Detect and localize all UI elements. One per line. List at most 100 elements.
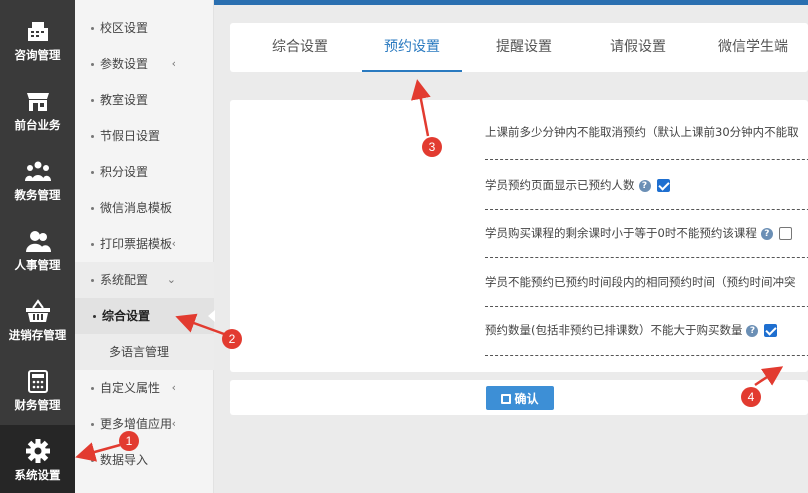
- annotation-badge-2: 2: [222, 329, 242, 349]
- submenu-label: 数据导入: [100, 453, 149, 467]
- row-divider: [485, 306, 808, 307]
- help-icon[interactable]: ?: [638, 179, 651, 192]
- submenu-item-print-template[interactable]: 打印票据模板 ‹: [75, 226, 214, 262]
- confirm-label: 确认: [514, 391, 539, 406]
- setting-block-conflicts: 学员不能预约已预约时间段内的相同预约时间（预约时间冲突: [485, 274, 808, 290]
- chevron-left-icon: ‹: [171, 57, 176, 70]
- submenu-label: 综合设置: [102, 309, 151, 323]
- bullet-icon: [91, 135, 94, 138]
- calculator-icon: [27, 370, 48, 393]
- submenu-label: 校区设置: [100, 21, 149, 35]
- show-booked-count-checkbox[interactable]: [656, 179, 670, 192]
- rail-label: 前台业务: [14, 118, 61, 132]
- bullet-icon: [91, 459, 94, 462]
- tab-leave[interactable]: 请假设置: [600, 23, 676, 72]
- storefront-icon: [26, 93, 49, 111]
- submenu-item-multilanguage[interactable]: 多语言管理: [75, 334, 214, 370]
- annotation-badge-3: 3: [422, 137, 442, 157]
- submenu-item-wechat-template[interactable]: 微信消息模板: [75, 190, 214, 226]
- submenu-item-holidays[interactable]: 节假日设置: [75, 118, 214, 154]
- chevron-left-icon: ‹: [171, 417, 176, 430]
- rail-item-inventory[interactable]: 进销存管理: [0, 285, 75, 355]
- bullet-icon: [91, 99, 94, 102]
- rail-label: 咨询管理: [14, 48, 61, 62]
- row-divider: [485, 355, 808, 356]
- rail-label: 进销存管理: [8, 328, 67, 342]
- setting-label: 学员预约页面显示已预约人数: [485, 178, 635, 192]
- submenu-item-points[interactable]: 积分设置: [75, 154, 214, 190]
- rail-item-academic[interactable]: 教务管理: [0, 145, 75, 215]
- group-icon: [24, 161, 51, 181]
- chevron-left-icon: ‹: [171, 381, 176, 394]
- rail-item-consult[interactable]: 咨询管理: [0, 5, 75, 75]
- setting-label: 学员不能预约已预约时间段内的相同预约时间（预约时间冲突: [485, 275, 796, 289]
- tab-general[interactable]: 综合设置: [262, 23, 338, 72]
- rail-label: 人事管理: [14, 258, 61, 272]
- tab-booking[interactable]: 预约设置: [362, 23, 462, 72]
- submenu-item-general-settings[interactable]: 综合设置: [75, 298, 215, 334]
- top-accent-bar: [214, 0, 808, 5]
- cash-register-icon: [27, 22, 48, 41]
- submenu-item-data-import[interactable]: 数据导入: [75, 442, 214, 478]
- bullet-icon: [91, 423, 94, 426]
- primary-nav-rail: 咨询管理 前台业务 教务管理 人事管理 进销存管理 财务管理 系统设置: [0, 0, 75, 493]
- submenu-label: 积分设置: [100, 165, 149, 179]
- row-divider: [485, 209, 808, 210]
- chevron-down-icon: ⌄: [166, 273, 176, 286]
- gear-icon: [25, 439, 50, 463]
- block-zero-balance-checkbox[interactable]: [778, 227, 792, 240]
- bullet-icon: [91, 387, 94, 390]
- submenu-item-custom-attributes[interactable]: 自定义属性 ‹: [75, 370, 214, 406]
- setting-show-booked-count: 学员预约页面显示已预约人数?: [485, 177, 808, 193]
- tab-wechat-student[interactable]: 微信学生端: [708, 23, 798, 72]
- setting-label: 学员购买课程的剩余课时小于等于0时不能预约该课程: [485, 226, 757, 240]
- action-bar: 确认: [230, 380, 808, 415]
- secondary-menu: 校区设置 参数设置 ‹ 教室设置 节假日设置 积分设置 微信消息模板 打印票据模板…: [75, 0, 215, 493]
- submenu-label: 自定义属性: [100, 381, 161, 395]
- rail-label: 系统设置: [14, 468, 61, 482]
- limit-quantity-checkbox[interactable]: [764, 324, 778, 337]
- bullet-icon: [93, 315, 96, 318]
- submenu-label: 更多增值应用: [100, 417, 173, 431]
- submenu-item-params[interactable]: 参数设置 ‹: [75, 46, 214, 82]
- rail-item-system-settings[interactable]: 系统设置: [0, 425, 75, 493]
- submenu-label: 打印票据模板: [100, 237, 173, 251]
- setting-label: 预约数量(包括非预约已排课数）不能大于购买数量: [485, 323, 743, 337]
- setting-label: 上课前多少分钟内不能取消预约（默认上课前30分钟内不能取: [485, 125, 799, 139]
- submenu-label: 微信消息模板: [100, 201, 173, 215]
- bullet-icon: [91, 243, 94, 246]
- rail-label: 财务管理: [14, 398, 61, 412]
- tab-reminder[interactable]: 提醒设置: [486, 23, 562, 72]
- settings-tabs: 综合设置 预约设置 提醒设置 请假设置 微信学生端: [230, 23, 808, 72]
- setting-block-zero-balance: 学员购买课程的剩余课时小于等于0时不能预约该课程?: [485, 225, 808, 241]
- bullet-icon: [91, 27, 94, 30]
- rail-item-frontdesk[interactable]: 前台业务: [0, 75, 75, 145]
- submenu-item-system-config[interactable]: 系统配置 ⌄: [75, 262, 214, 298]
- save-icon: [501, 393, 512, 404]
- submenu-item-more-apps[interactable]: 更多增值应用 ‹: [75, 406, 214, 442]
- rail-item-hr[interactable]: 人事管理: [0, 215, 75, 285]
- submenu-label: 系统配置: [100, 273, 149, 287]
- setting-cancel-window: 上课前多少分钟内不能取消预约（默认上课前30分钟内不能取: [485, 124, 808, 140]
- rail-label: 教务管理: [14, 188, 61, 202]
- help-icon[interactable]: ?: [760, 227, 773, 240]
- help-icon[interactable]: ?: [746, 324, 759, 337]
- rail-item-finance[interactable]: 财务管理: [0, 355, 75, 425]
- row-divider: [485, 159, 808, 160]
- people-icon: [25, 231, 51, 252]
- bullet-icon: [91, 63, 94, 66]
- annotation-badge-1: 1: [119, 431, 139, 451]
- row-divider: [485, 257, 808, 258]
- submenu-label: 节假日设置: [100, 129, 161, 143]
- submenu-item-classroom[interactable]: 教室设置: [75, 82, 214, 118]
- booking-settings-panel: 上课前多少分钟内不能取消预约（默认上课前30分钟内不能取 学员预约页面显示已预约…: [230, 100, 808, 372]
- bullet-icon: [91, 207, 94, 210]
- submenu-item-campus[interactable]: 校区设置: [75, 10, 214, 46]
- submenu-label: 多语言管理: [109, 345, 170, 359]
- confirm-button[interactable]: 确认: [486, 386, 554, 410]
- submenu-label: 参数设置: [100, 57, 149, 71]
- submenu-label: 教室设置: [100, 93, 149, 107]
- annotation-badge-4: 4: [741, 387, 761, 407]
- bullet-icon: [91, 279, 94, 282]
- bullet-icon: [91, 171, 94, 174]
